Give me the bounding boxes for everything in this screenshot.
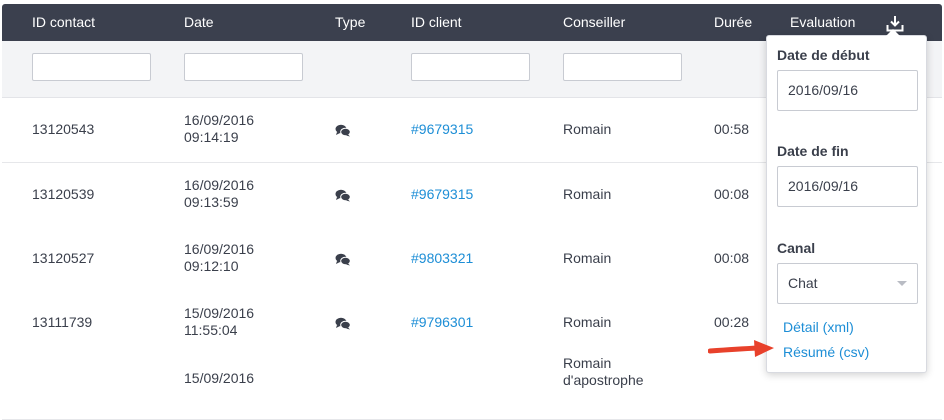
cell-duree: 00:28 bbox=[714, 314, 750, 330]
cell-date-time: 09:12:10 bbox=[184, 258, 239, 274]
end-date-label: Date de fin bbox=[777, 143, 849, 159]
end-date-input[interactable]: 2016/09/16 bbox=[777, 166, 918, 207]
cell-id-contact: 13120527 bbox=[32, 250, 95, 266]
column-header-type[interactable]: Type bbox=[335, 4, 365, 41]
chat-icon bbox=[335, 124, 351, 137]
cell-id-client-link[interactable]: #9803321 bbox=[411, 250, 473, 267]
cell-duree: 00:08 bbox=[714, 186, 750, 202]
summary-csv-link[interactable]: Résumé (csv) bbox=[783, 344, 869, 360]
filter-id-contact-input[interactable] bbox=[32, 53, 151, 81]
column-header-conseiller[interactable]: Conseiller bbox=[563, 4, 625, 41]
start-date-input[interactable]: 2016/09/16 bbox=[777, 70, 918, 111]
cell-conseiller-line2: d'apostrophe bbox=[563, 372, 644, 388]
cell-id-client-link[interactable]: #9679315 bbox=[411, 186, 473, 203]
filter-id-client-input[interactable] bbox=[411, 53, 530, 81]
cell-date: 15/09/2016 11:55:04 bbox=[184, 305, 254, 339]
cell-duree: 00:08 bbox=[714, 250, 750, 266]
chevron-down-icon bbox=[897, 281, 907, 286]
red-arrow-annotation bbox=[708, 340, 774, 357]
column-header-date[interactable]: Date bbox=[184, 4, 214, 41]
cell-conseiller: Romain bbox=[563, 121, 612, 137]
cell-id-contact: 13120543 bbox=[32, 121, 95, 137]
export-popover: Date de début 2016/09/16 Date de fin 201… bbox=[766, 29, 927, 373]
cell-conseiller: Romain bbox=[563, 250, 612, 266]
cell-date: 16/09/2016 09:14:19 bbox=[184, 112, 254, 146]
detail-xml-link[interactable]: Détail (xml) bbox=[783, 319, 854, 335]
cell-date-time: 09:13:59 bbox=[184, 194, 239, 210]
start-date-label: Date de début bbox=[777, 47, 870, 63]
cell-id-contact: 13120539 bbox=[32, 186, 95, 202]
cell-date-day: 15/09/2016 bbox=[184, 370, 255, 386]
column-header-id-contact[interactable]: ID contact bbox=[32, 4, 95, 41]
chat-icon bbox=[335, 189, 351, 202]
cell-duree: 00:58 bbox=[714, 121, 750, 137]
cell-id-contact: 13111739 bbox=[32, 314, 93, 330]
popover-caret bbox=[886, 29, 900, 36]
cell-id-client-link[interactable]: #9679315 bbox=[411, 121, 473, 138]
cell-conseiller: Romain d'apostrophe bbox=[563, 355, 644, 389]
column-header-id-client[interactable]: ID client bbox=[411, 4, 462, 41]
cell-conseiller: Romain bbox=[563, 186, 612, 202]
cell-date-day: 16/09/2016 bbox=[184, 112, 255, 128]
cell-date-day: 16/09/2016 bbox=[184, 241, 255, 257]
chat-icon bbox=[335, 317, 351, 330]
cell-date: 16/09/2016 09:12:10 bbox=[184, 241, 254, 275]
channel-select-value: Chat bbox=[788, 275, 818, 291]
cell-conseiller-line1: Romain bbox=[563, 355, 612, 371]
chat-icon bbox=[335, 253, 351, 266]
cell-date-day: 16/09/2016 bbox=[184, 177, 255, 193]
channel-select[interactable]: Chat bbox=[777, 263, 918, 304]
cell-date: 16/09/2016 09:13:59 bbox=[184, 177, 254, 211]
cell-date-time: 09:14:19 bbox=[184, 129, 239, 145]
cell-id-client-link[interactable]: #9796301 bbox=[411, 314, 473, 331]
cell-date-day: 15/09/2016 bbox=[184, 305, 255, 321]
column-header-duree[interactable]: Durée bbox=[714, 4, 752, 41]
cell-conseiller: Romain bbox=[563, 314, 612, 330]
filter-conseiller-input[interactable] bbox=[563, 53, 682, 81]
channel-label: Canal bbox=[777, 240, 816, 256]
cell-date-time: 11:55:04 bbox=[184, 322, 238, 338]
filter-date-input[interactable] bbox=[184, 53, 303, 81]
